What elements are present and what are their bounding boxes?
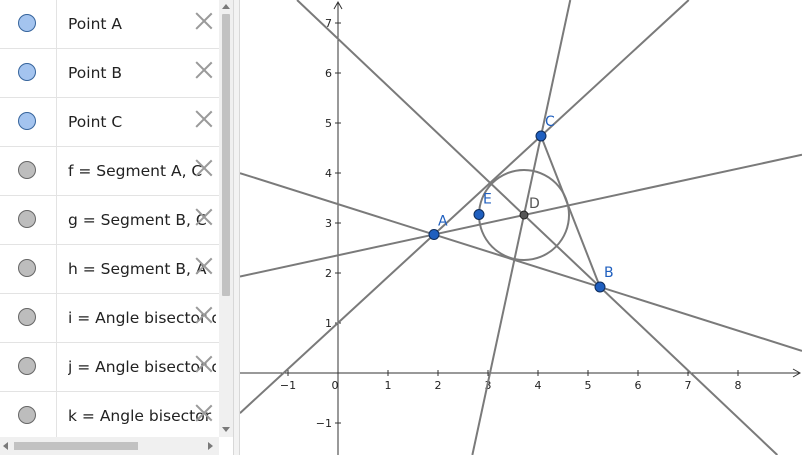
visibility-toggle[interactable] [0, 343, 57, 391]
visibility-toggle[interactable] [0, 98, 57, 146]
y-tick-label: 2 [325, 267, 332, 280]
point-a[interactable] [428, 229, 440, 240]
x-tick-label: 4 [535, 379, 542, 392]
delete-icon[interactable] [194, 109, 214, 129]
delete-icon[interactable] [194, 354, 214, 374]
point-label-d: D [529, 196, 540, 212]
x-tick-label: 5 [585, 379, 592, 392]
x-tick-label: 7 [685, 379, 692, 392]
y-tick-label: 4 [325, 167, 332, 180]
point-e[interactable] [473, 209, 485, 220]
x-tick-label: 8 [735, 379, 742, 392]
delete-icon[interactable] [194, 11, 214, 31]
point-d[interactable] [519, 210, 529, 220]
visibility-dot-icon[interactable] [18, 210, 36, 228]
algebra-row-segment-g[interactable]: g = Segment B, C [0, 196, 219, 245]
visibility-toggle[interactable] [0, 392, 57, 440]
x-tick-label: 2 [435, 379, 442, 392]
delete-icon[interactable] [194, 403, 214, 423]
delete-icon[interactable] [194, 158, 214, 178]
x-tick-label: 6 [635, 379, 642, 392]
visibility-dot-icon[interactable] [18, 14, 36, 32]
delete-icon[interactable] [194, 256, 214, 276]
visibility-dot-icon[interactable] [18, 308, 36, 326]
vertical-scrollbar[interactable] [219, 0, 233, 437]
point-label-c: C [545, 114, 555, 130]
algebra-row-segment-f[interactable]: f = Segment A, C [0, 147, 219, 196]
algebra-row-bisector-i[interactable]: i = Angle bisector o [0, 294, 219, 343]
x-tick-label: −1 [280, 379, 296, 392]
algebra-row-segment-h[interactable]: h = Segment B, A [0, 245, 219, 294]
horizontal-scroll-thumb[interactable] [14, 442, 138, 450]
delete-icon[interactable] [194, 207, 214, 227]
algebra-row-bisector-j[interactable]: j = Angle bisector o [0, 343, 219, 392]
y-tick-label: 5 [325, 117, 332, 130]
x-tick-label: 0 [332, 379, 339, 392]
algebra-row-bisector-k[interactable]: k = Angle bisector o [0, 392, 219, 441]
algebra-view[interactable]: Point A Point B Point Cf = Segment A, Cg =… [0, 0, 233, 455]
y-tick-label: −1 [316, 417, 332, 430]
visibility-dot-icon[interactable] [18, 112, 36, 130]
graphics-view[interactable]: −1012345678−11234567ABCDE [240, 0, 802, 455]
point-c[interactable] [535, 130, 547, 142]
visibility-toggle[interactable] [0, 196, 57, 244]
vertical-scroll-thumb[interactable] [222, 14, 230, 296]
scroll-up-icon[interactable] [222, 4, 230, 9]
algebra-row-point-a[interactable]: Point A [0, 0, 219, 49]
visibility-toggle[interactable] [0, 49, 57, 97]
visibility-dot-icon[interactable] [18, 63, 36, 81]
visibility-toggle[interactable] [0, 147, 57, 195]
segment-g[interactable] [540, 135, 601, 288]
scroll-down-icon[interactable] [222, 427, 230, 432]
y-tick-label: 6 [325, 67, 332, 80]
line-k[interactable] [471, 0, 572, 455]
visibility-toggle[interactable] [0, 0, 57, 48]
point-label-b: B [604, 265, 614, 281]
delete-icon[interactable] [194, 305, 214, 325]
visibility-dot-icon[interactable] [18, 161, 36, 179]
view-splitter[interactable] [233, 0, 240, 455]
scroll-left-icon[interactable] [3, 442, 8, 450]
x-tick-label: 1 [385, 379, 392, 392]
point-label-e: E [483, 192, 492, 208]
visibility-dot-icon[interactable] [18, 357, 36, 375]
visibility-toggle[interactable] [0, 245, 57, 293]
visibility-toggle[interactable] [0, 294, 57, 342]
algebra-row-point-b[interactable]: Point B [0, 49, 219, 98]
scroll-right-icon[interactable] [208, 442, 213, 450]
line-f[interactable] [240, 0, 690, 414]
point-label-a: A [438, 214, 448, 230]
y-tick-label: 3 [325, 217, 332, 230]
visibility-dot-icon[interactable] [18, 406, 36, 424]
horizontal-scrollbar[interactable] [0, 437, 219, 455]
visibility-dot-icon[interactable] [18, 259, 36, 277]
point-b[interactable] [594, 281, 606, 293]
delete-icon[interactable] [194, 60, 214, 80]
algebra-row-point-c[interactable]: Point C [0, 98, 219, 147]
